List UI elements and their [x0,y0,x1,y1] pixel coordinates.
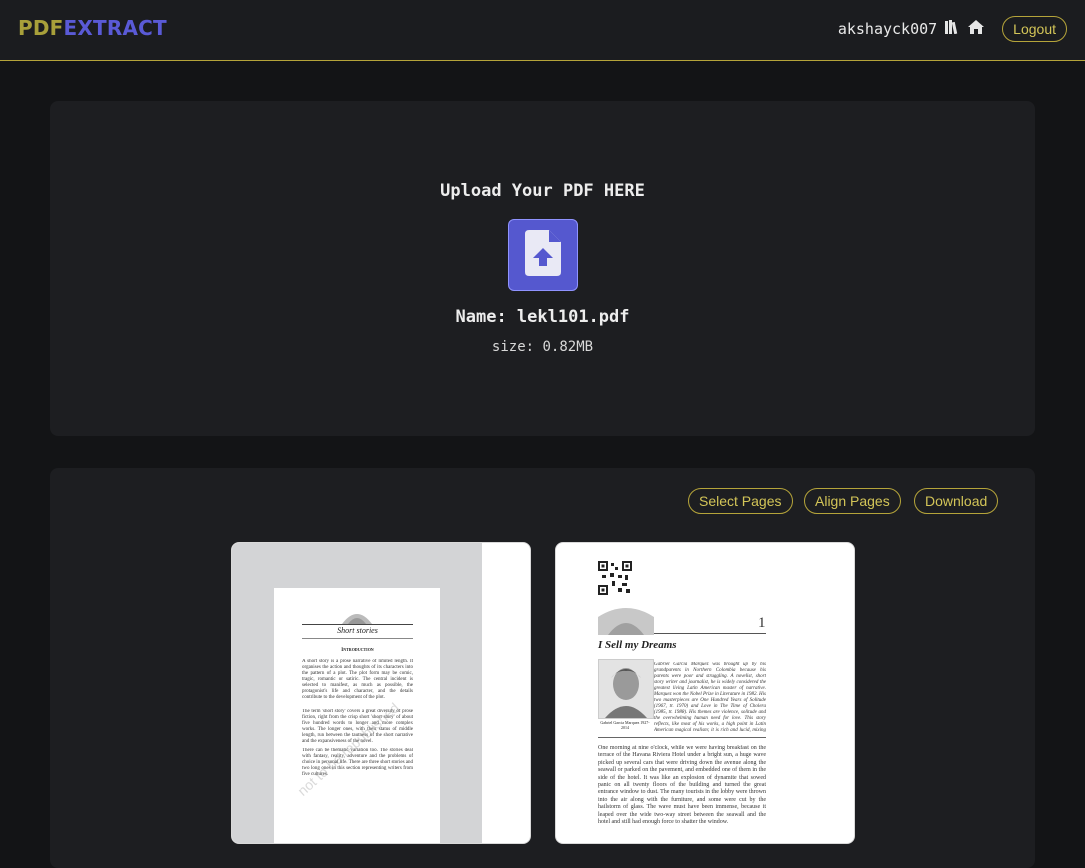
file-upload-button[interactable] [508,219,578,291]
author-portrait [598,659,654,719]
page-thumbnail-1[interactable]: Short stories Introduction A short story… [231,542,531,844]
portrait-caption: Gabriel Garcia Marquez 1927-2014 [600,720,650,730]
divider [302,638,413,639]
page-subheading: Introduction [341,648,374,653]
divider [302,624,413,625]
align-pages-button[interactable]: Align Pages [804,488,901,514]
logo-text-extract: EXTRACT [63,16,167,40]
upload-title: Upload Your PDF HERE [440,181,645,201]
home-icon[interactable] [968,19,985,38]
file-name: Name: lekl101.pdf [455,307,630,327]
divider [598,737,766,738]
navbar: PDFEXTRACT akshayck007 Logout [0,0,1085,61]
logo-text-pdf: PDF [18,16,64,40]
file-size: size: 0.82MB [491,339,594,355]
chapter-banner-graphic [598,608,766,635]
story-title: I Sell my Dreams [598,639,677,651]
chapter-number: 1 [758,615,766,631]
app-logo[interactable]: PDFEXTRACT [18,16,167,40]
username: akshayck007 [837,19,938,38]
select-pages-button[interactable]: Select Pages [688,488,793,514]
file-upload-icon [525,230,561,280]
author-intro: Gabriel Garcia Marquez was brought up by… [654,662,766,733]
nav-right: akshayck007 Logout [838,15,1067,42]
books-icon[interactable] [945,19,960,38]
upload-card: Upload Your PDF HERE Name: lekl101.pdf s… [50,101,1035,436]
story-body: One morning at nine o'clock, while we we… [598,745,766,826]
page-sheet: Short stories Introduction A short story… [274,588,440,843]
qr-code-icon [598,561,632,595]
download-button[interactable]: Download [914,488,999,514]
page-heading: Short stories [337,626,378,635]
logout-button[interactable]: Logout [1002,15,1067,42]
page-thumbnail-2[interactable]: 1 I Sell my Dreams Gabriel Garcia Marque… [555,542,855,844]
page-sheet: 1 I Sell my Dreams Gabriel Garcia Marque… [598,561,766,843]
ornament-graphic [342,614,372,624]
pages-card: Select Pages Align Pages Download Short … [50,468,1035,868]
